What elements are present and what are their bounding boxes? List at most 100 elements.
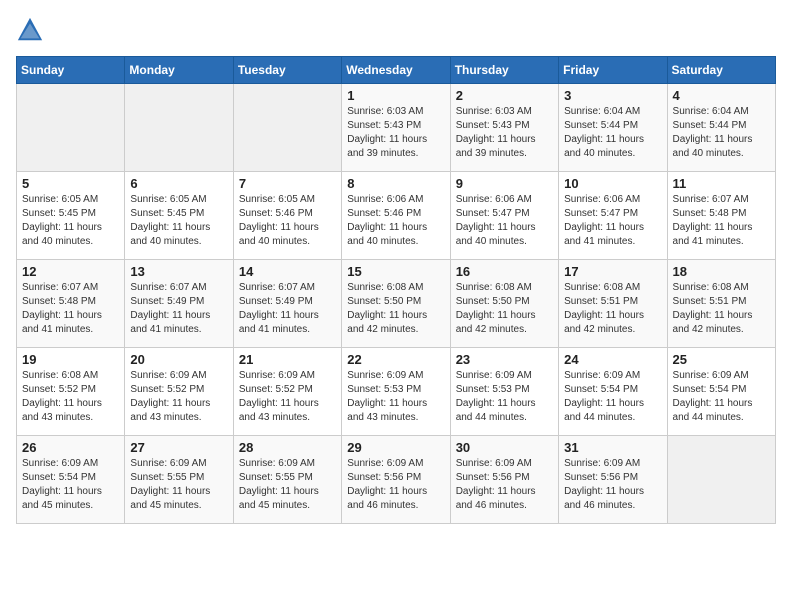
day-info: Sunrise: 6:04 AM Sunset: 5:44 PM Dayligh…	[673, 105, 770, 161]
day-number: 12	[22, 264, 119, 279]
calendar-table: SundayMondayTuesdayWednesdayThursdayFrid…	[16, 56, 776, 524]
day-number: 23	[456, 352, 553, 367]
day-header-saturday: Saturday	[667, 57, 775, 84]
day-info: Sunrise: 6:03 AM Sunset: 5:43 PM Dayligh…	[347, 105, 444, 161]
calendar-cell: 19 Sunrise: 6:08 AM Sunset: 5:52 PM Dayli…	[17, 348, 125, 436]
calendar-header-row: SundayMondayTuesdayWednesdayThursdayFrid…	[17, 57, 776, 84]
calendar-cell: 24 Sunrise: 6:09 AM Sunset: 5:54 PM Dayli…	[559, 348, 667, 436]
day-number: 29	[347, 440, 444, 455]
calendar-cell: 13Sunrise: 6:07 AM Sunset: 5:49 PM Dayli…	[125, 260, 233, 348]
calendar-cell: 31 Sunrise: 6:09 AM Sunset: 5:56 PM Dayli…	[559, 436, 667, 524]
day-info: Sunrise: 6:09 AM Sunset: 5:55 PM Dayligh…	[239, 457, 336, 513]
day-header-wednesday: Wednesday	[342, 57, 450, 84]
day-number: 31	[564, 440, 661, 455]
day-header-thursday: Thursday	[450, 57, 558, 84]
calendar-cell: 28 Sunrise: 6:09 AM Sunset: 5:55 PM Dayli…	[233, 436, 341, 524]
day-number: 10	[564, 176, 661, 191]
calendar-cell: 5 Sunrise: 6:05 AM Sunset: 5:45 PM Daylig…	[17, 172, 125, 260]
day-number: 8	[347, 176, 444, 191]
day-info: Sunrise: 6:04 AM Sunset: 5:44 PM Dayligh…	[564, 105, 661, 161]
day-info: Sunrise: 6:09 AM Sunset: 5:52 PM Dayligh…	[239, 369, 336, 425]
logo	[16, 16, 48, 44]
day-info: Sunrise: 6:09 AM Sunset: 5:56 PM Dayligh…	[564, 457, 661, 513]
calendar-cell	[17, 84, 125, 172]
calendar-cell: 11 Sunrise: 6:07 AM Sunset: 5:48 PM Dayli…	[667, 172, 775, 260]
day-number: 13	[130, 264, 227, 279]
calendar-cell: 10 Sunrise: 6:06 AM Sunset: 5:47 PM Dayli…	[559, 172, 667, 260]
day-number: 19	[22, 352, 119, 367]
day-info: Sunrise: 6:09 AM Sunset: 5:54 PM Dayligh…	[673, 369, 770, 425]
calendar-cell: 26Sunrise: 6:09 AM Sunset: 5:54 PM Dayli…	[17, 436, 125, 524]
day-info: Sunrise: 6:06 AM Sunset: 5:47 PM Dayligh…	[456, 193, 553, 249]
day-info: Sunrise: 6:07 AM Sunset: 5:48 PM Dayligh…	[673, 193, 770, 249]
calendar-cell: 2 Sunrise: 6:03 AM Sunset: 5:43 PM Daylig…	[450, 84, 558, 172]
calendar-cell: 1 Sunrise: 6:03 AM Sunset: 5:43 PM Daylig…	[342, 84, 450, 172]
day-number: 2	[456, 88, 553, 103]
day-number: 15	[347, 264, 444, 279]
day-number: 16	[456, 264, 553, 279]
calendar-week-row: 12 Sunrise: 6:07 AM Sunset: 5:48 PM Dayli…	[17, 260, 776, 348]
day-info: Sunrise: 6:08 AM Sunset: 5:50 PM Dayligh…	[347, 281, 444, 337]
day-number: 27	[130, 440, 227, 455]
day-number: 14	[239, 264, 336, 279]
calendar-week-row: 5 Sunrise: 6:05 AM Sunset: 5:45 PM Daylig…	[17, 172, 776, 260]
day-number: 5	[22, 176, 119, 191]
calendar-cell: 23 Sunrise: 6:09 AM Sunset: 5:53 PM Dayli…	[450, 348, 558, 436]
calendar-week-row: 26Sunrise: 6:09 AM Sunset: 5:54 PM Dayli…	[17, 436, 776, 524]
day-info: Sunrise: 6:06 AM Sunset: 5:47 PM Dayligh…	[564, 193, 661, 249]
calendar-cell: 14Sunrise: 6:07 AM Sunset: 5:49 PM Dayli…	[233, 260, 341, 348]
calendar-cell: 15 Sunrise: 6:08 AM Sunset: 5:50 PM Dayli…	[342, 260, 450, 348]
day-number: 28	[239, 440, 336, 455]
day-info: Sunrise: 6:05 AM Sunset: 5:45 PM Dayligh…	[130, 193, 227, 249]
calendar-cell: 25 Sunrise: 6:09 AM Sunset: 5:54 PM Dayli…	[667, 348, 775, 436]
day-info: Sunrise: 6:09 AM Sunset: 5:56 PM Dayligh…	[347, 457, 444, 513]
calendar-cell: 7Sunrise: 6:05 AM Sunset: 5:46 PM Daylig…	[233, 172, 341, 260]
calendar-cell: 27Sunrise: 6:09 AM Sunset: 5:55 PM Dayli…	[125, 436, 233, 524]
calendar-cell: 9 Sunrise: 6:06 AM Sunset: 5:47 PM Daylig…	[450, 172, 558, 260]
calendar-cell: 4 Sunrise: 6:04 AM Sunset: 5:44 PM Daylig…	[667, 84, 775, 172]
day-info: Sunrise: 6:05 AM Sunset: 5:45 PM Dayligh…	[22, 193, 119, 249]
calendar-week-row: 1 Sunrise: 6:03 AM Sunset: 5:43 PM Daylig…	[17, 84, 776, 172]
calendar-cell: 21Sunrise: 6:09 AM Sunset: 5:52 PM Dayli…	[233, 348, 341, 436]
calendar-cell: 3 Sunrise: 6:04 AM Sunset: 5:44 PM Daylig…	[559, 84, 667, 172]
day-number: 24	[564, 352, 661, 367]
calendar-cell: 30 Sunrise: 6:09 AM Sunset: 5:56 PM Dayli…	[450, 436, 558, 524]
calendar-cell: 22 Sunrise: 6:09 AM Sunset: 5:53 PM Dayli…	[342, 348, 450, 436]
day-number: 30	[456, 440, 553, 455]
day-info: Sunrise: 6:09 AM Sunset: 5:53 PM Dayligh…	[456, 369, 553, 425]
day-number: 3	[564, 88, 661, 103]
day-info: Sunrise: 6:09 AM Sunset: 5:54 PM Dayligh…	[564, 369, 661, 425]
day-header-tuesday: Tuesday	[233, 57, 341, 84]
day-number: 17	[564, 264, 661, 279]
day-info: Sunrise: 6:03 AM Sunset: 5:43 PM Dayligh…	[456, 105, 553, 161]
day-info: Sunrise: 6:06 AM Sunset: 5:46 PM Dayligh…	[347, 193, 444, 249]
day-number: 22	[347, 352, 444, 367]
day-number: 1	[347, 88, 444, 103]
day-info: Sunrise: 6:08 AM Sunset: 5:51 PM Dayligh…	[564, 281, 661, 337]
day-info: Sunrise: 6:08 AM Sunset: 5:52 PM Dayligh…	[22, 369, 119, 425]
day-number: 18	[673, 264, 770, 279]
day-info: Sunrise: 6:07 AM Sunset: 5:48 PM Dayligh…	[22, 281, 119, 337]
calendar-cell: 20 Sunrise: 6:09 AM Sunset: 5:52 PM Dayli…	[125, 348, 233, 436]
calendar-cell	[233, 84, 341, 172]
calendar-cell: 16 Sunrise: 6:08 AM Sunset: 5:50 PM Dayli…	[450, 260, 558, 348]
calendar-week-row: 19 Sunrise: 6:08 AM Sunset: 5:52 PM Dayli…	[17, 348, 776, 436]
day-header-monday: Monday	[125, 57, 233, 84]
day-number: 9	[456, 176, 553, 191]
day-number: 6	[130, 176, 227, 191]
calendar-cell	[667, 436, 775, 524]
calendar-cell: 6 Sunrise: 6:05 AM Sunset: 5:45 PM Daylig…	[125, 172, 233, 260]
day-info: Sunrise: 6:08 AM Sunset: 5:50 PM Dayligh…	[456, 281, 553, 337]
day-number: 11	[673, 176, 770, 191]
day-header-sunday: Sunday	[17, 57, 125, 84]
day-number: 25	[673, 352, 770, 367]
day-number: 20	[130, 352, 227, 367]
day-info: Sunrise: 6:09 AM Sunset: 5:56 PM Dayligh…	[456, 457, 553, 513]
day-info: Sunrise: 6:09 AM Sunset: 5:53 PM Dayligh…	[347, 369, 444, 425]
day-number: 4	[673, 88, 770, 103]
day-number: 26	[22, 440, 119, 455]
day-number: 7	[239, 176, 336, 191]
day-info: Sunrise: 6:09 AM Sunset: 5:52 PM Dayligh…	[130, 369, 227, 425]
day-header-friday: Friday	[559, 57, 667, 84]
calendar-cell: 17 Sunrise: 6:08 AM Sunset: 5:51 PM Dayli…	[559, 260, 667, 348]
